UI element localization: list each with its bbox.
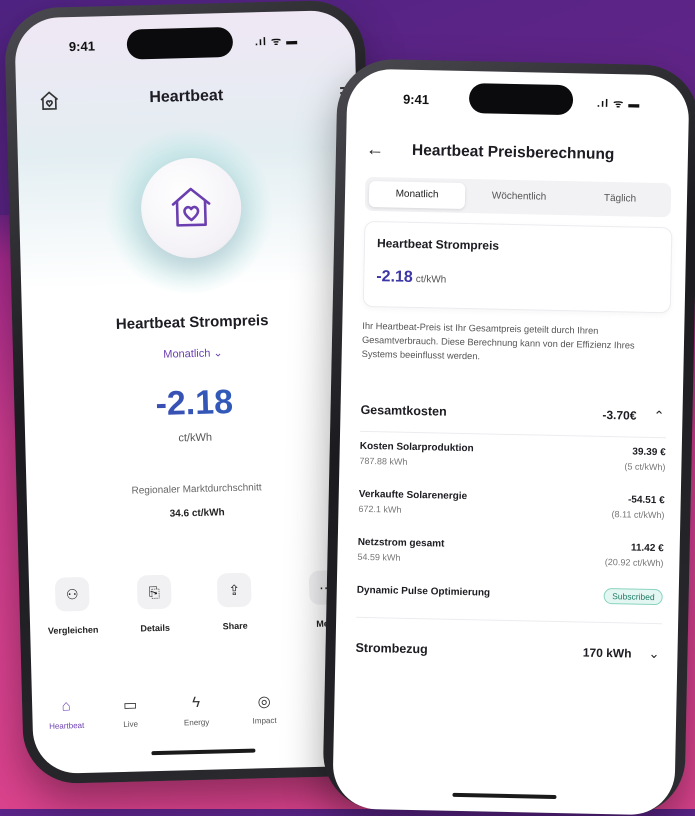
total-cost-label: Gesamtkosten (360, 403, 446, 419)
list-item: Verkaufte Solarenergie 672.1 kWh -54.51 … (358, 489, 665, 529)
tab-label: Heartbeat (35, 721, 99, 732)
status-time: 9:41 (403, 92, 429, 108)
tab-label: Impact (233, 715, 297, 726)
row-sub: 672.1 kWh (358, 504, 401, 515)
status-icons: .ıl ᯤ ▬ (597, 96, 641, 112)
tab-weekly[interactable]: Wöchentlich (469, 183, 570, 211)
tab-energy[interactable]: ϟ Energy (164, 693, 229, 728)
share-button[interactable]: ⇪ Share (199, 572, 270, 632)
share-label: Share (200, 620, 270, 632)
dynamic-island (469, 83, 574, 115)
divider (356, 617, 662, 624)
energy-tab-icon: ϟ (164, 693, 229, 717)
card-value-row: -2.18ct/kWh (376, 268, 446, 287)
row-sub: 54.59 kWh (357, 552, 400, 563)
card-value: -2.18 (376, 268, 413, 286)
right-phone-screen: 9:41 .ıl ᯤ ▬ ← Heartbeat Preisberechnung… (332, 68, 689, 815)
chevron-down-icon[interactable]: ⌄ (648, 646, 659, 662)
row-subvalue: (8.11 ct/kWh) (611, 509, 664, 520)
grid-consumption-value: 170 kWh (583, 646, 632, 661)
heartbeat-tab-icon: ⌂ (34, 697, 99, 721)
details-label: Details (120, 622, 190, 634)
list-item: Kosten Solarproduktion 787.88 kWh 39.39 … (359, 441, 666, 481)
dynamic-island (126, 27, 233, 60)
home-indicator (151, 749, 255, 756)
card-unit: ct/kWh (416, 274, 447, 286)
row-sub: 787.88 kWh (359, 456, 407, 467)
period-segmented-control: Monatlich Wöchentlich Täglich (365, 177, 672, 217)
action-row: ⚇ Vergleichen ⎘ Details ⇪ Share ⋯ Mehr (29, 569, 371, 648)
page-title: Heartbeat (16, 84, 356, 111)
tab-heartbeat[interactable]: ⌂ Heartbeat (34, 697, 99, 732)
description-text: Ihr Heartbeat-Preis ist Ihr Gesamtpreis … (362, 319, 669, 367)
price-title: Heartbeat Strompreis (22, 310, 362, 336)
market-average-label: Regionaler Marktdurchschnitt (26, 480, 366, 500)
row-subvalue: (20.92 ct/kWh) (605, 557, 664, 568)
tab-live[interactable]: ▭ Live (98, 695, 163, 730)
total-cost-value: -3.70€ (602, 408, 636, 423)
compare-icon: ⚇ (55, 577, 90, 612)
row-label: Netzstrom gesamt (358, 537, 445, 550)
share-icon: ⇪ (217, 573, 252, 608)
dynamic-pulse-label: Dynamic Pulse Optimierung (357, 585, 491, 599)
list-item: Netzstrom gesamt 54.59 kWh 11.42 € (20.9… (357, 537, 664, 577)
price-value: -2.18 (24, 380, 365, 428)
house-heart-icon (169, 183, 214, 230)
live-tab-icon: ▭ (98, 695, 163, 719)
tab-bar: ⌂ Heartbeat ▭ Live ϟ Energy ◎ Impact ⛒ U… (32, 689, 373, 748)
row-subvalue: (5 ct/kWh) (624, 461, 665, 472)
details-button[interactable]: ⎘ Details (119, 574, 190, 634)
row-label: Kosten Solarproduktion (360, 441, 474, 454)
price-card: Heartbeat Strompreis -2.18ct/kWh (363, 221, 673, 313)
compare-label: Vergleichen (38, 624, 108, 636)
top-bar: Heartbeat (16, 80, 357, 119)
price-unit: ct/kWh (25, 428, 365, 449)
impact-tab-icon: ◎ (232, 691, 297, 715)
details-icon: ⎘ (137, 575, 172, 610)
status-time: 9:41 (69, 38, 95, 54)
grid-consumption-section[interactable]: Strombezug 170 kWh ⌄ (355, 641, 661, 669)
page-title: Heartbeat Preisberechnung (412, 142, 615, 164)
chevron-up-icon[interactable]: ⌃ (653, 408, 664, 424)
tab-monthly[interactable]: Monatlich (369, 181, 466, 209)
dynamic-pulse-row: Dynamic Pulse Optimierung Subscribed (356, 585, 662, 611)
row-value: 39.39 € (632, 447, 666, 459)
status-icons: .ıl ᯤ ▬ (255, 33, 299, 49)
header: ← Heartbeat Preisberechnung (346, 138, 689, 175)
status-badge: Subscribed (604, 588, 663, 605)
period-dropdown[interactable]: Monatlich ⌄ (23, 343, 363, 365)
tab-label: Live (99, 719, 163, 730)
tab-impact[interactable]: ◎ Impact (232, 691, 297, 726)
grid-consumption-label: Strombezug (355, 641, 428, 657)
divider (360, 431, 666, 438)
tab-label: Energy (165, 717, 229, 728)
right-phone: 9:41 .ıl ᯤ ▬ ← Heartbeat Preisberechnung… (322, 58, 695, 815)
row-value: -54.51 € (628, 494, 665, 506)
row-value: 11.42 € (631, 543, 664, 555)
compare-button[interactable]: ⚇ Vergleichen (37, 576, 108, 636)
market-average-value: 34.6 ct/kWh (27, 504, 367, 524)
tab-daily[interactable]: Täglich (573, 185, 668, 213)
total-cost-section[interactable]: Gesamtkosten -3.70€ ⌃ (360, 403, 666, 431)
card-title: Heartbeat Strompreis (377, 236, 499, 253)
row-label: Verkaufte Solarenergie (359, 489, 468, 502)
back-arrow-icon[interactable]: ← (366, 139, 384, 160)
left-phone-screen: 9:41 .ıl ᯤ ▬ Heartbeat Heartbeat Strompr… (14, 10, 374, 775)
home-indicator (452, 793, 556, 799)
